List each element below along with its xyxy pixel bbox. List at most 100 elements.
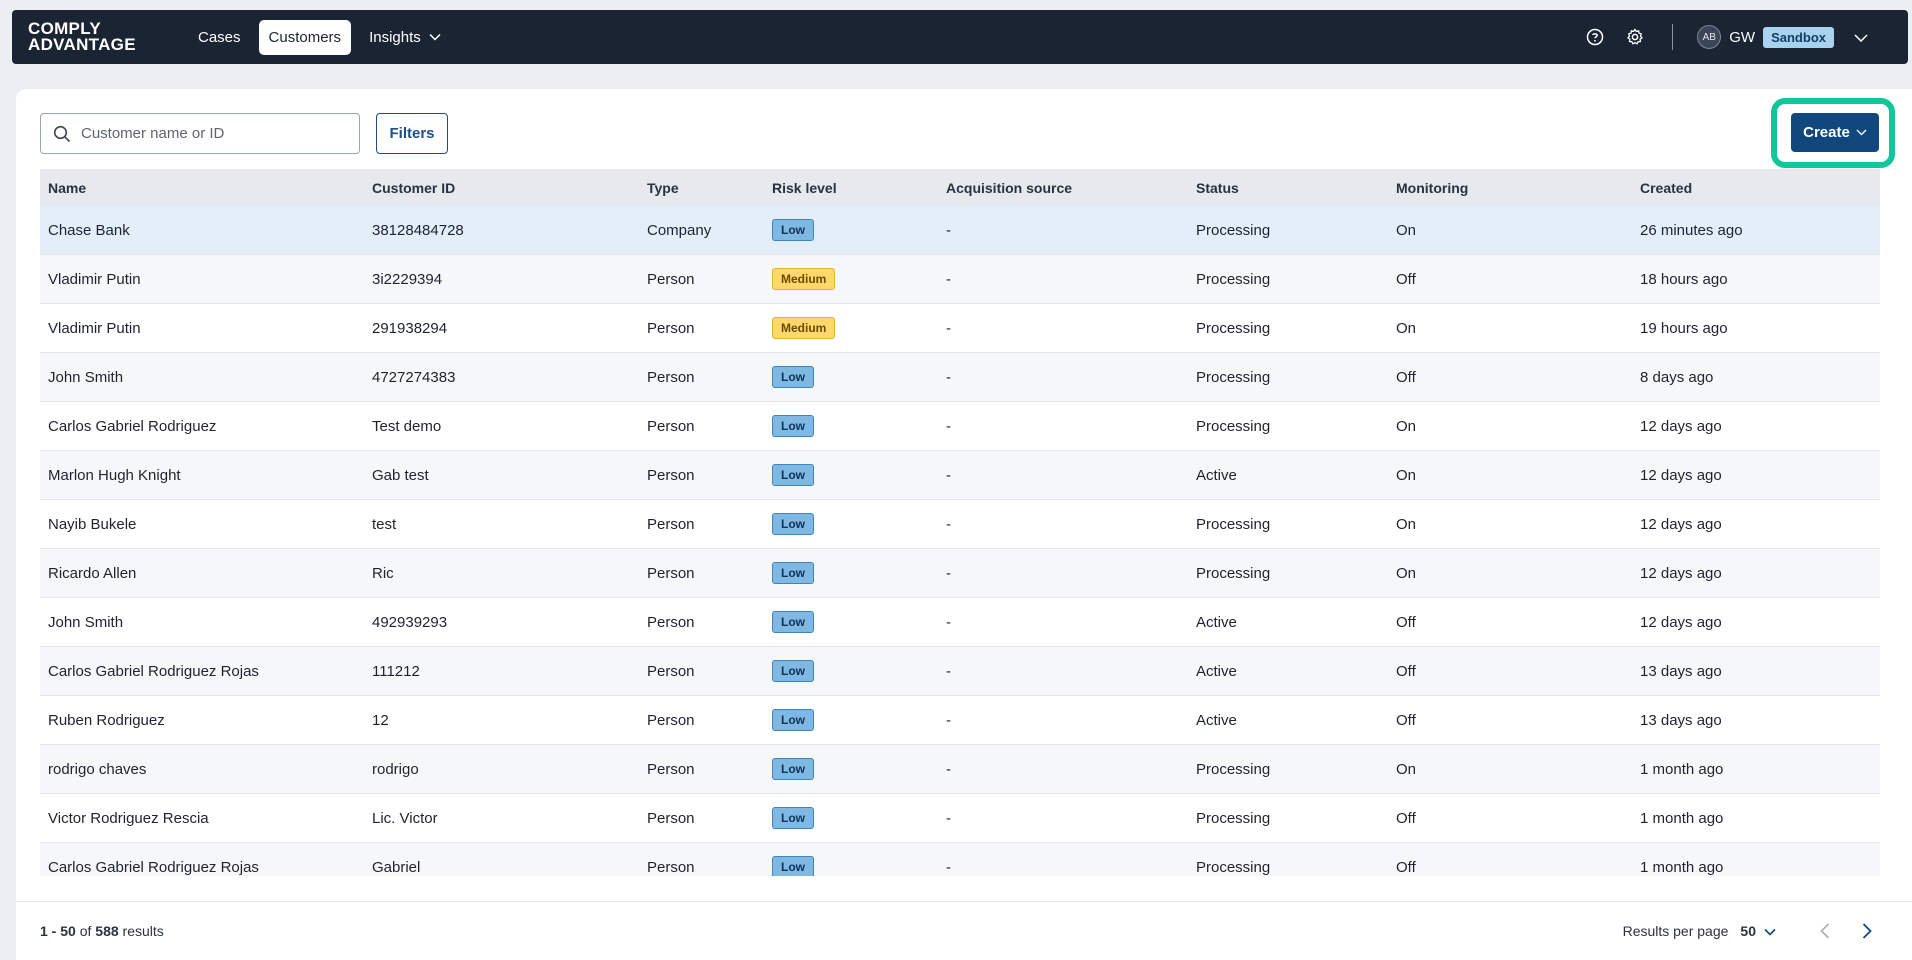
status-cell: Processing: [1196, 515, 1271, 533]
customer-id-cell: 38128484728: [372, 221, 464, 239]
table-row[interactable]: Ruben Rodriguez 12 Person Low - Active Off 13 d…: [40, 696, 1880, 745]
status-cell: Processing: [1196, 270, 1271, 288]
table-row[interactable]: Carlos Gabriel Rodriguez Test demo Person L…: [40, 402, 1880, 451]
customer-name-cell: Carlos Gabriel Rodriguez: [48, 417, 217, 435]
acquisition-source-cell: -: [946, 858, 951, 876]
risk-badge: Low: [772, 709, 814, 731]
table-row[interactable]: Vladimir Putin 3i2229394 Person Medium - Proc…: [40, 255, 1880, 304]
customer-name-cell: John Smith: [48, 368, 124, 386]
status-cell: Processing: [1196, 368, 1271, 386]
table-row[interactable]: Victor Rodriguez Rescia Lic. Victor Person…: [40, 794, 1880, 843]
create-button[interactable]: Create: [1791, 113, 1879, 152]
chevron-right-icon[interactable]: [1862, 923, 1872, 939]
table-row[interactable]: Ricardo Allen Ric Person Low - Processing On 12…: [40, 549, 1880, 598]
chevron-down-icon[interactable]: [1854, 29, 1868, 46]
risk-badge: Medium: [772, 317, 836, 339]
table-row[interactable]: Carlos Gabriel Rodriguez Rojas Gabriel Per…: [40, 843, 1880, 876]
column-header-status[interactable]: Status: [1188, 180, 1388, 196]
risk-level-cell: Low: [764, 513, 938, 535]
nav-right-group: AB GW Sandbox: [1566, 24, 1868, 50]
nav-cases[interactable]: Cases: [188, 20, 251, 55]
acquisition-source-cell: -: [946, 319, 951, 337]
customer-name-cell: Carlos Gabriel Rodriguez Rojas: [48, 662, 259, 680]
risk-badge: Medium: [772, 268, 836, 290]
acquisition-source-cell: -: [946, 809, 951, 827]
monitoring-cell: Off: [1396, 613, 1416, 631]
table-row[interactable]: John Smith 492939293 Person Low - Active Off 12…: [40, 598, 1880, 647]
per-page-select[interactable]: 50: [1740, 923, 1756, 939]
search-input[interactable]: [81, 125, 341, 142]
nav-insights[interactable]: Insights: [359, 20, 451, 55]
acquisition-source-cell: -: [946, 515, 951, 533]
column-header-acquisition-source[interactable]: Acquisition source: [938, 180, 1188, 196]
monitoring-cell: On: [1396, 760, 1417, 778]
customer-name-cell: Vladimir Putin: [48, 319, 141, 337]
created-cell: 8 days ago: [1640, 368, 1714, 386]
created-cell: 12 days ago: [1640, 417, 1722, 435]
search-icon: [53, 125, 71, 142]
type-cell: Person: [647, 417, 695, 435]
column-header-name[interactable]: Name: [40, 180, 364, 196]
acquisition-source-cell: -: [946, 711, 951, 729]
monitoring-cell: Off: [1396, 662, 1416, 680]
risk-level-cell: Low: [764, 562, 938, 584]
results-count: 1 - 50 of 588 results: [40, 923, 164, 939]
table-row[interactable]: rodrigo chaves rodrigo Person Low - Processin…: [40, 745, 1880, 794]
acquisition-source-cell: -: [946, 417, 951, 435]
status-cell: Active: [1196, 613, 1237, 631]
create-button-label: Create: [1803, 124, 1850, 141]
nav-customers[interactable]: Customers: [258, 19, 352, 55]
column-header-customer-id[interactable]: Customer ID: [364, 180, 639, 196]
chevron-left-icon[interactable]: [1820, 923, 1830, 939]
status-cell: Processing: [1196, 319, 1271, 337]
table-row[interactable]: John Smith 4727274383 Person Low - Processing…: [40, 353, 1880, 402]
column-header-risk-level[interactable]: Risk level: [764, 180, 938, 196]
gear-icon[interactable]: [1624, 26, 1646, 48]
pagination: [1820, 923, 1872, 939]
environment-badge: Sandbox: [1763, 26, 1834, 48]
column-header-type[interactable]: Type: [639, 180, 764, 196]
acquisition-source-cell: -: [946, 662, 951, 680]
created-cell: 12 days ago: [1640, 613, 1722, 631]
help-circle-icon[interactable]: [1584, 26, 1606, 48]
top-nav-bar: COMPLY ADVANTAGE Cases Customers Insight…: [12, 10, 1908, 64]
column-header-monitoring[interactable]: Monitoring: [1388, 180, 1632, 196]
main-nav: Cases Customers Insights: [188, 19, 451, 55]
acquisition-source-cell: -: [946, 270, 951, 288]
table-row[interactable]: Marlon Hugh Knight Gab test Person Low - Acti…: [40, 451, 1880, 500]
comply-advantage-logo[interactable]: COMPLY ADVANTAGE: [28, 20, 158, 54]
monitoring-cell: On: [1396, 417, 1417, 435]
status-cell: Processing: [1196, 760, 1271, 778]
customer-name-cell: Carlos Gabriel Rodriguez Rojas: [48, 858, 259, 876]
risk-badge: Low: [772, 758, 814, 780]
customer-id-cell: 291938294: [372, 319, 448, 337]
customer-name-cell: Ricardo Allen: [48, 564, 137, 582]
status-cell: Processing: [1196, 417, 1271, 435]
risk-level-cell: Low: [764, 856, 938, 876]
table-header: Name Customer ID Type Risk level Acquisi…: [40, 169, 1880, 206]
status-cell: Processing: [1196, 858, 1271, 876]
monitoring-cell: Off: [1396, 711, 1416, 729]
acquisition-source-cell: -: [946, 613, 951, 631]
results-per-page: Results per page 50: [1623, 923, 1776, 939]
table-row[interactable]: Carlos Gabriel Rodriguez Rojas 111212 Pers…: [40, 647, 1880, 696]
monitoring-cell: Off: [1396, 858, 1416, 876]
risk-badge: Low: [772, 856, 814, 876]
status-cell: Active: [1196, 466, 1237, 484]
risk-badge: Low: [772, 219, 814, 241]
monitoring-cell: Off: [1396, 368, 1416, 386]
table-row[interactable]: Vladimir Putin 291938294 Person Medium - Proc…: [40, 304, 1880, 353]
column-header-created[interactable]: Created: [1632, 180, 1880, 196]
customer-id-cell: Test demo: [372, 417, 442, 435]
results-range: 1 - 50: [40, 923, 76, 939]
search-field[interactable]: [40, 113, 360, 154]
risk-badge: Low: [772, 562, 814, 584]
filters-button[interactable]: Filters: [376, 113, 448, 154]
avatar[interactable]: AB: [1697, 25, 1722, 49]
chevron-down-icon[interactable]: [1764, 923, 1776, 939]
risk-badge: Low: [772, 611, 814, 633]
logo-line-2: ADVANTAGE: [28, 35, 136, 54]
type-cell: Person: [647, 466, 695, 484]
table-row[interactable]: Nayib Bukele test Person Low - Processing On 12…: [40, 500, 1880, 549]
table-row[interactable]: Chase Bank 38128484728 Company Low - Processi…: [40, 206, 1880, 255]
